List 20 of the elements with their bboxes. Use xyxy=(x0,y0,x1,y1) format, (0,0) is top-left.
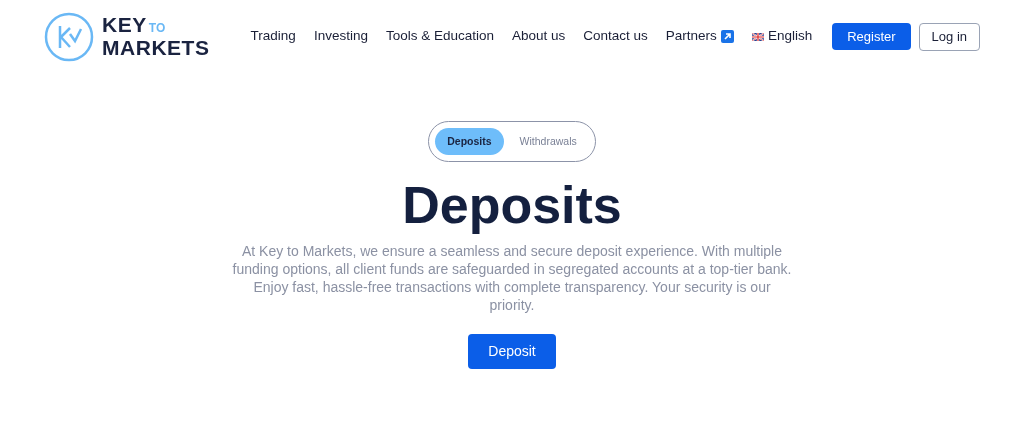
logo-icon xyxy=(44,11,94,62)
tab[interactable]: Withdrawals xyxy=(507,128,589,155)
deposit-button[interactable]: Deposit xyxy=(468,334,556,369)
logo-text: TO xyxy=(148,20,166,37)
nav-link[interactable]: Trading xyxy=(250,26,296,47)
language-selector[interactable]: English xyxy=(751,26,813,47)
register-button[interactable]: Register xyxy=(832,23,911,50)
nav-link[interactable]: Tools & Education xyxy=(385,26,494,47)
page-heading: Deposits xyxy=(402,175,622,236)
nav-link[interactable]: About us xyxy=(512,26,566,47)
nav-link[interactable]: Investing xyxy=(313,26,368,47)
logo-text: KEY xyxy=(102,15,147,35)
flag-icon xyxy=(751,32,764,41)
login-button[interactable]: Log in xyxy=(918,22,980,51)
nav-link[interactable]: Partners xyxy=(665,26,734,47)
description: At Key to Markets, we ensure a seamless and secure deposit experience. With multiple funding options, all client funds are safeguarded in segregated accounts at a top-tier bank. Enjoy fast, hassle-free transactions with complete transparency. Your security is our priority. xyxy=(232,242,792,314)
tab[interactable]: Deposits xyxy=(435,128,504,155)
nav-link[interactable]: Contact us xyxy=(583,26,648,47)
external-link-icon xyxy=(720,30,734,43)
logo-text: MARKETS xyxy=(102,38,210,58)
